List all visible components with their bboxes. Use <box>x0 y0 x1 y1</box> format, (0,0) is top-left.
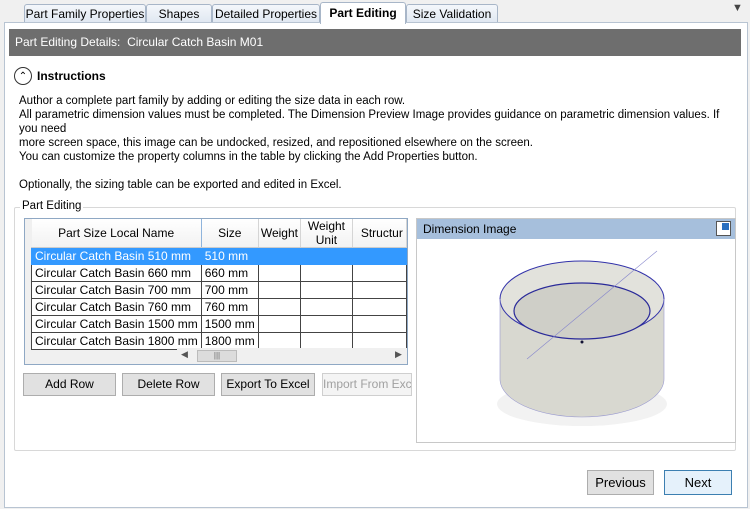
structure-cell[interactable] <box>351 247 407 265</box>
instructions-toggle[interactable]: ⌃ Instructions <box>14 67 106 85</box>
table-row[interactable]: Circular Catch Basin 660 mm 660 mm <box>31 264 407 282</box>
instruction-line: You can customize the property columns i… <box>19 151 478 163</box>
column-header-size[interactable]: Size <box>201 219 259 248</box>
catch-basin-preview-image <box>497 250 667 426</box>
size-cell[interactable]: 1800 mm <box>200 332 259 350</box>
tab-size-validation[interactable]: Size Validation <box>406 4 498 23</box>
export-to-excel-button[interactable]: Export To Excel <box>221 373 315 396</box>
table-row[interactable]: Circular Catch Basin 760 mm 760 mm <box>31 298 407 316</box>
previous-button[interactable]: Previous <box>587 470 654 495</box>
table-row[interactable]: Circular Catch Basin 1800 mm 1800 mm <box>31 332 407 350</box>
weight-unit-cell[interactable] <box>300 298 353 316</box>
structure-cell[interactable] <box>351 332 407 350</box>
next-button[interactable]: Next <box>664 470 732 495</box>
table-row[interactable]: Circular Catch Basin 700 mm 700 mm <box>31 281 407 299</box>
structure-cell[interactable] <box>351 315 407 333</box>
instructions-text: Author a complete part family by adding … <box>19 94 734 192</box>
horizontal-scrollbar[interactable]: ◀ ||| ▶ <box>177 348 407 364</box>
instruction-line: Optionally, the sizing table can be expo… <box>19 179 342 191</box>
weight-unit-cell[interactable] <box>300 247 353 265</box>
column-header-weight-unit[interactable]: Weight Unit <box>300 219 353 248</box>
dimension-image-title: Dimension Image <box>423 222 517 236</box>
column-header-structure[interactable]: Structur <box>352 219 407 248</box>
size-cell[interactable]: 700 mm <box>200 281 259 299</box>
scroll-thumb[interactable]: ||| <box>197 350 237 362</box>
instructions-title: Instructions <box>37 69 106 83</box>
details-header: Part Editing Details: Circular Catch Bas… <box>9 29 741 56</box>
structure-cell[interactable] <box>351 264 407 282</box>
part-family-name: Circular Catch Basin M01 <box>127 35 264 49</box>
dimension-image-header: Dimension Image <box>417 219 735 239</box>
column-header-weight[interactable]: Weight <box>258 219 302 248</box>
weight-unit-cell[interactable] <box>300 332 353 350</box>
sizing-table[interactable]: Part Size Local Name Size Weight Weight … <box>24 218 408 365</box>
scroll-right-icon[interactable]: ▶ <box>395 349 402 360</box>
part-size-name-cell[interactable]: Circular Catch Basin 660 mm <box>31 264 202 282</box>
part-size-name-cell[interactable]: Circular Catch Basin 1800 mm <box>31 332 202 350</box>
weight-cell[interactable] <box>257 281 302 299</box>
undock-icon[interactable] <box>716 221 731 236</box>
table-row[interactable]: Circular Catch Basin 1500 mm 1500 mm <box>31 315 407 333</box>
instruction-line: All parametric dimension values must be … <box>19 109 720 135</box>
import-from-excel-button[interactable]: Import From Excel <box>322 373 412 396</box>
part-size-name-cell[interactable]: Circular Catch Basin 510 mm <box>31 247 202 265</box>
weight-cell[interactable] <box>257 264 302 282</box>
tab-shapes[interactable]: Shapes <box>146 4 212 23</box>
part-size-name-cell[interactable]: Circular Catch Basin 760 mm <box>31 298 202 316</box>
part-size-name-cell[interactable]: Circular Catch Basin 1500 mm <box>31 315 202 333</box>
tab-overflow-icon[interactable]: ▼ <box>732 2 743 14</box>
weight-cell[interactable] <box>257 247 302 265</box>
tab-part-editing[interactable]: Part Editing <box>320 2 406 24</box>
weight-cell[interactable] <box>257 315 302 333</box>
weight-cell[interactable] <box>257 298 302 316</box>
header-label: Part Editing Details: <box>15 35 121 49</box>
size-cell[interactable]: 510 mm <box>200 247 259 265</box>
collapse-icon: ⌃ <box>14 67 32 85</box>
size-cell[interactable]: 660 mm <box>200 264 259 282</box>
weight-cell[interactable] <box>257 332 302 350</box>
instruction-line: more screen space, this image can be und… <box>19 137 533 149</box>
dimension-image-panel: Dimension Image <box>416 218 736 443</box>
delete-row-button[interactable]: Delete Row <box>122 373 215 396</box>
part-size-name-cell[interactable]: Circular Catch Basin 700 mm <box>31 281 202 299</box>
group-label: Part Editing <box>20 200 84 212</box>
size-cell[interactable]: 1500 mm <box>200 315 259 333</box>
structure-cell[interactable] <box>351 281 407 299</box>
tab-detailed-properties[interactable]: Detailed Properties <box>212 4 320 23</box>
tab-part-family-properties[interactable]: Part Family Properties <box>24 4 146 23</box>
scroll-left-icon[interactable]: ◀ <box>181 349 188 360</box>
weight-unit-cell[interactable] <box>300 281 353 299</box>
add-row-button[interactable]: Add Row <box>23 373 116 396</box>
instruction-line: Author a complete part family by adding … <box>19 95 406 107</box>
structure-cell[interactable] <box>351 298 407 316</box>
weight-unit-cell[interactable] <box>300 264 353 282</box>
weight-unit-cell[interactable] <box>300 315 353 333</box>
size-cell[interactable]: 760 mm <box>200 298 259 316</box>
table-row[interactable]: Circular Catch Basin 510 mm 510 mm <box>31 247 407 265</box>
column-header-name[interactable]: Part Size Local Name <box>31 219 202 248</box>
